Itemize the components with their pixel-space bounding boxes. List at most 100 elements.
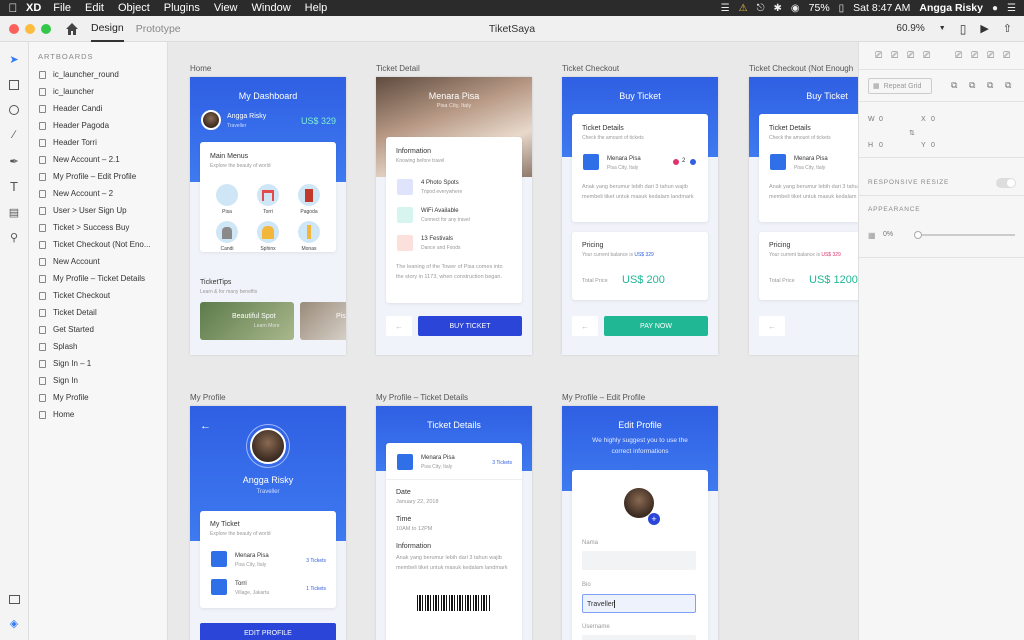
rectangle-tool-icon[interactable] bbox=[7, 78, 21, 92]
artboard-home[interactable]: My Dashboard Angga Risky Traveller US$ 3… bbox=[190, 77, 346, 355]
text-status-icon[interactable]: ⎋ bbox=[757, 3, 765, 14]
repeat-grid-button[interactable]: ▦ Repeat Grid bbox=[868, 78, 932, 94]
responsive-toggle[interactable] bbox=[996, 178, 1016, 188]
artboard-label-checkout[interactable]: Ticket Checkout bbox=[562, 64, 619, 73]
chevron-down-icon[interactable]: ▼ bbox=[939, 25, 946, 32]
assets-icon[interactable] bbox=[7, 592, 21, 606]
monas-menu-icon[interactable] bbox=[298, 221, 320, 243]
layer-item[interactable]: New Account – 2 bbox=[29, 185, 167, 202]
layer-item[interactable]: New Account bbox=[29, 253, 167, 270]
pen-tool-icon[interactable]: ✒ bbox=[7, 154, 21, 168]
pisa-menu-icon[interactable] bbox=[216, 184, 238, 206]
back-arrow-icon[interactable]: ← bbox=[572, 316, 598, 336]
boolean-exclude-icon[interactable]: ⧉ bbox=[1005, 80, 1011, 91]
layer-item[interactable]: Get Started bbox=[29, 321, 167, 338]
menu-object[interactable]: Object bbox=[118, 2, 150, 14]
artboard-label-edit-profile[interactable]: My Profile – Edit Profile bbox=[562, 393, 645, 402]
layer-item[interactable]: Ticket Checkout bbox=[29, 287, 167, 304]
minus-button[interactable] bbox=[673, 159, 679, 165]
minimize-button[interactable] bbox=[25, 23, 35, 34]
siri-icon[interactable]: ● bbox=[992, 3, 998, 14]
layer-item[interactable]: Home bbox=[29, 406, 167, 423]
avatar[interactable] bbox=[201, 110, 221, 130]
menu-edit[interactable]: Edit bbox=[85, 2, 104, 14]
zoom-tool-icon[interactable]: ⚲ bbox=[7, 230, 21, 244]
bluetooth-icon[interactable]: ✱ bbox=[774, 3, 782, 14]
boolean-intersect-icon[interactable]: ⧉ bbox=[987, 80, 993, 91]
opacity-slider-handle[interactable] bbox=[914, 231, 922, 239]
close-button[interactable] bbox=[9, 23, 19, 34]
layer-item[interactable]: Header Pagoda bbox=[29, 117, 167, 134]
lock-aspect-icon[interactable]: ⇅ bbox=[909, 129, 915, 137]
distribute-h-icon[interactable]: ⎚ bbox=[955, 50, 962, 61]
username-field[interactable] bbox=[582, 635, 696, 640]
opacity-value[interactable]: 0% bbox=[883, 231, 893, 238]
layer-item[interactable]: Ticket Checkout (Not Eno... bbox=[29, 236, 167, 253]
artboard-checkout[interactable]: Buy Ticket Ticket Details Check the amou… bbox=[562, 77, 718, 355]
app-menu[interactable]: XD bbox=[26, 2, 41, 14]
y-value[interactable]: 0 bbox=[931, 142, 935, 149]
layer-item[interactable]: My Profile – Ticket Details bbox=[29, 270, 167, 287]
wifi-icon[interactable]: ◉ bbox=[791, 3, 800, 14]
artboard-ticket-detail[interactable]: Menara Pisa Pisa City, Italy Information… bbox=[376, 77, 532, 355]
layer-item[interactable]: ic_launcher_round bbox=[29, 66, 167, 83]
layer-item[interactable]: ic_launcher bbox=[29, 83, 167, 100]
clock[interactable]: Sat 8:47 AM bbox=[853, 2, 910, 14]
align-top-icon[interactable]: ⎚ bbox=[923, 50, 930, 61]
select-tool-icon[interactable]: ➤ bbox=[7, 52, 21, 66]
tip-card-beautiful-spot[interactable]: Beautiful Spot Learn More bbox=[200, 302, 294, 340]
menu-help[interactable]: Help bbox=[305, 2, 328, 14]
x-value[interactable]: 0 bbox=[931, 116, 935, 123]
menu-file[interactable]: File bbox=[53, 2, 71, 14]
zoom-level[interactable]: 60.9% bbox=[896, 23, 924, 34]
align-left-icon[interactable]: ⎚ bbox=[875, 50, 882, 61]
layer-item[interactable]: My Profile bbox=[29, 389, 167, 406]
align-middle-icon[interactable]: ⎚ bbox=[987, 50, 994, 61]
play-icon[interactable]: ▶ bbox=[980, 22, 988, 35]
buy-ticket-button[interactable]: BUY TICKET bbox=[418, 316, 522, 336]
share-icon[interactable]: ⇧ bbox=[1003, 22, 1012, 35]
artboard-profile[interactable]: ← Angga Risky Traveller My Ticket Explor… bbox=[190, 406, 346, 640]
layer-item[interactable]: Ticket > Success Buy bbox=[29, 219, 167, 236]
home-icon[interactable] bbox=[65, 22, 79, 36]
layers-icon[interactable]: ◈ bbox=[7, 616, 21, 630]
text-tool-icon[interactable]: T bbox=[7, 179, 21, 194]
edit-profile-button[interactable]: EDIT PROFILE bbox=[200, 623, 336, 640]
menu-plugins[interactable]: Plugins bbox=[164, 2, 200, 14]
back-arrow-icon[interactable]: ← bbox=[759, 316, 785, 336]
menu-view[interactable]: View bbox=[214, 2, 238, 14]
ellipse-tool-icon[interactable] bbox=[7, 103, 21, 117]
artboard-checkout-not-enough[interactable]: Buy Ticket Ticket Details Check the amou… bbox=[749, 77, 858, 355]
battery-icon[interactable]: ▯ bbox=[839, 3, 845, 14]
artboard-label-home[interactable]: Home bbox=[190, 64, 211, 73]
boolean-add-icon[interactable]: ⧉ bbox=[951, 80, 957, 91]
align-right-icon[interactable]: ⎚ bbox=[907, 50, 914, 61]
mobile-preview-icon[interactable]: ▯ bbox=[960, 22, 967, 36]
add-photo-icon[interactable]: + bbox=[648, 513, 660, 525]
candi-menu-icon[interactable] bbox=[216, 221, 238, 243]
artboard-label-ticket-detail[interactable]: Ticket Detail bbox=[376, 64, 420, 73]
align-center-icon[interactable]: ⎚ bbox=[891, 50, 898, 61]
layer-item[interactable]: Header Candi bbox=[29, 100, 167, 117]
plus-button[interactable] bbox=[690, 159, 696, 165]
artboard-label-checkout-not-enough[interactable]: Ticket Checkout (Not Enough bbox=[749, 64, 853, 73]
design-canvas[interactable]: Home My Dashboard Angga Risky Traveller … bbox=[168, 42, 858, 640]
apple-icon[interactable]:  bbox=[0, 1, 26, 15]
w-value[interactable]: 0 bbox=[879, 116, 883, 123]
layer-item[interactable]: User > User Sign Up bbox=[29, 202, 167, 219]
opacity-slider[interactable] bbox=[917, 234, 1015, 236]
layer-item[interactable]: My Profile – Edit Profile bbox=[29, 168, 167, 185]
layer-item[interactable]: Sign In bbox=[29, 372, 167, 389]
tip-card-pisa[interactable]: Pis bbox=[300, 302, 346, 340]
pay-now-button[interactable]: PAY NOW bbox=[604, 316, 708, 336]
name-field[interactable] bbox=[582, 551, 696, 570]
warning-icon[interactable]: ⚠ bbox=[739, 3, 748, 14]
h-value[interactable]: 0 bbox=[879, 142, 883, 149]
back-arrow-icon[interactable]: ← bbox=[200, 420, 211, 432]
layer-item[interactable]: Header Torri bbox=[29, 134, 167, 151]
layers-status-icon[interactable]: ☰ bbox=[721, 3, 730, 14]
line-tool-icon[interactable]: ∕ bbox=[7, 128, 21, 142]
avatar[interactable] bbox=[250, 428, 286, 464]
user-name[interactable]: Angga Risky bbox=[919, 2, 983, 14]
artboard-label-profile[interactable]: My Profile bbox=[190, 393, 226, 402]
